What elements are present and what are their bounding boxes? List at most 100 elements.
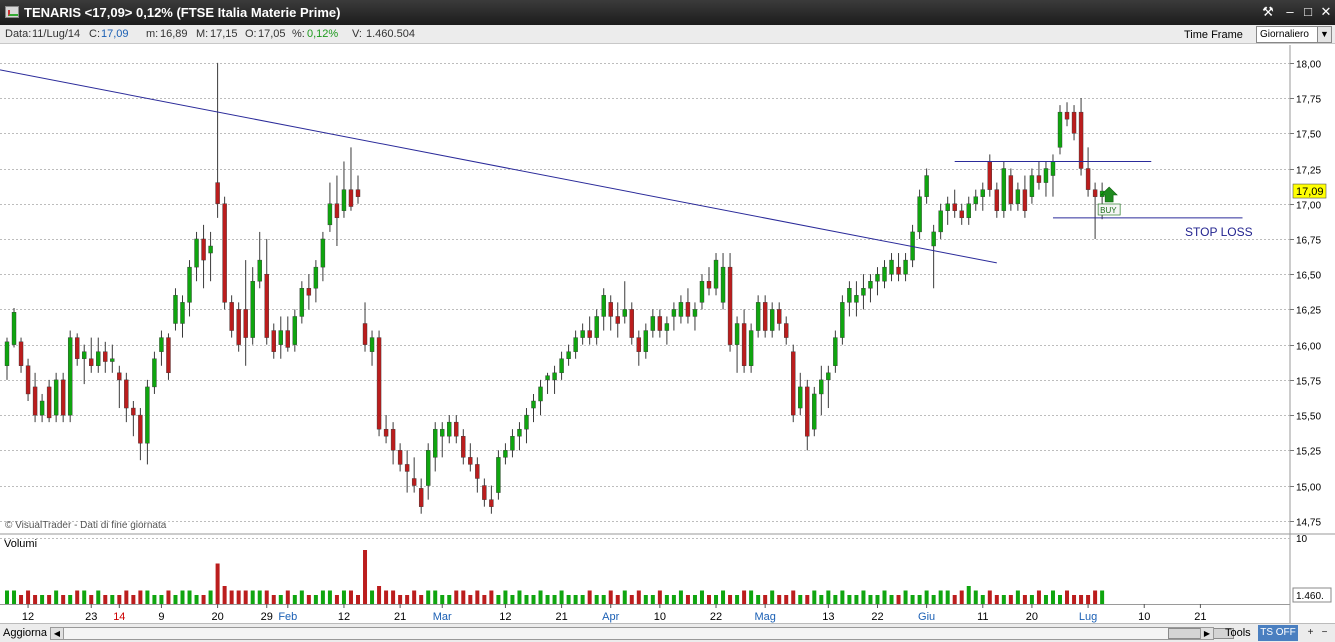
volume-bar xyxy=(812,590,817,604)
candle-down xyxy=(727,266,733,345)
volume-bar xyxy=(306,595,311,604)
candle-down xyxy=(636,337,641,352)
volume-bar xyxy=(19,595,24,604)
candle-up xyxy=(664,323,670,331)
chart-app-icon xyxy=(5,6,19,18)
volume-bar xyxy=(805,595,810,604)
candle-up xyxy=(159,337,164,352)
price-tick-label: 15,75 xyxy=(1296,377,1321,388)
scroll-left-arrow-icon[interactable]: ◀ xyxy=(50,627,64,640)
price-tick-label: 16,75 xyxy=(1296,236,1321,247)
close-label: C: xyxy=(89,28,100,40)
volume-bar xyxy=(348,590,353,604)
candle-down xyxy=(18,341,24,366)
volume-bar xyxy=(903,590,908,604)
tools-button[interactable]: Tools xyxy=(1225,627,1251,639)
candle-up xyxy=(713,259,719,289)
zoom-out-button[interactable]: − xyxy=(1319,626,1330,640)
volume-bar xyxy=(833,595,838,604)
candle-down xyxy=(285,330,290,348)
volume-bar xyxy=(138,590,143,604)
volume-bar xyxy=(96,590,101,604)
candle-down xyxy=(657,316,663,331)
volume-bar xyxy=(728,595,733,604)
candle-up xyxy=(82,351,87,359)
candle-down xyxy=(762,302,768,331)
volume-bar xyxy=(959,590,964,604)
volume-bar xyxy=(847,595,852,604)
candle-up xyxy=(573,337,578,352)
candle-up xyxy=(1043,168,1049,183)
minimize-button[interactable]: – xyxy=(1281,3,1299,21)
volume-bar xyxy=(503,590,508,604)
volume-bar xyxy=(194,595,199,604)
volume-bar xyxy=(798,595,803,604)
timeframe-select[interactable]: Giornaliero ▼ xyxy=(1256,26,1332,43)
window-title: TENARIS <17,09> 0,12% (FTSE Italia Mater… xyxy=(24,5,341,20)
candle-up xyxy=(67,337,73,416)
candle-down xyxy=(404,464,410,472)
volume-bar xyxy=(819,595,824,604)
candle-down xyxy=(166,337,171,374)
volume-bar xyxy=(412,590,417,604)
volume-bar xyxy=(68,595,73,604)
volume-bar xyxy=(749,590,754,604)
candle-up xyxy=(798,386,803,409)
time-tick-label: 14 xyxy=(113,611,125,623)
candle-up xyxy=(819,379,824,395)
scroll-right-arrow-icon[interactable]: ▶ xyxy=(1200,627,1214,640)
date-label: Data: xyxy=(5,28,32,40)
volume-bar xyxy=(166,590,171,604)
volume-bar xyxy=(721,590,726,604)
zoom-in-button[interactable]: + xyxy=(1305,626,1316,640)
open-value: 17,05 xyxy=(258,28,286,40)
time-tick-label: 10 xyxy=(1138,611,1150,623)
time-tick-label: 20 xyxy=(211,611,223,623)
maximize-button[interactable]: □ xyxy=(1299,3,1317,21)
volume-bar xyxy=(594,595,599,604)
volume-bar xyxy=(678,590,683,604)
candle-up xyxy=(650,316,656,331)
volume-bar xyxy=(868,595,873,604)
candle-up xyxy=(938,210,943,233)
tools-icon[interactable]: ⚒ xyxy=(1259,3,1277,21)
candle-down xyxy=(390,428,396,451)
volume-bar xyxy=(973,590,978,604)
candle-up xyxy=(601,295,606,317)
time-scrollbar[interactable] xyxy=(64,627,1234,640)
close-button[interactable]: ✕ xyxy=(1317,3,1335,21)
volume-bar xyxy=(580,595,585,604)
candle-up xyxy=(966,203,971,219)
volume-bar xyxy=(875,595,880,604)
candle-up xyxy=(257,259,262,282)
candle-down xyxy=(201,238,206,261)
candle-up xyxy=(720,266,726,303)
volume-bar xyxy=(882,590,887,604)
volume-bar xyxy=(187,590,192,604)
candle-down xyxy=(791,351,796,416)
refresh-button[interactable]: Aggiorna xyxy=(3,627,47,639)
candle-down xyxy=(805,386,810,437)
time-tick-label: Giu xyxy=(918,611,935,623)
price-tick-label: 17,25 xyxy=(1296,166,1321,177)
price-chart[interactable]: 18,00 17,75 17,50 17,25 17,00 16,75 16,50 16,25… xyxy=(0,45,1335,623)
volume-bar xyxy=(966,586,971,604)
ts-off-button[interactable]: TS OFF xyxy=(1258,625,1298,641)
candle-down xyxy=(355,189,361,197)
volume-bar xyxy=(299,590,304,604)
volume-bar xyxy=(826,590,831,604)
candle-down xyxy=(418,488,424,507)
candle-down xyxy=(397,450,403,465)
candle-up xyxy=(671,309,677,317)
candle-up xyxy=(678,302,684,317)
volume-bar xyxy=(692,595,697,604)
dropdown-arrow-icon[interactable]: ▼ xyxy=(1317,27,1331,42)
candle-down xyxy=(685,302,691,317)
volume-bar xyxy=(552,595,557,604)
timeframe-value: Giornaliero xyxy=(1260,29,1309,40)
volume-panel-label: Volumi xyxy=(4,538,37,550)
candle-down xyxy=(896,266,901,275)
volume-bar xyxy=(131,595,136,604)
title-bar[interactable]: TENARIS <17,09> 0,12% (FTSE Italia Mater… xyxy=(0,0,1335,25)
volume-bar xyxy=(756,595,761,604)
